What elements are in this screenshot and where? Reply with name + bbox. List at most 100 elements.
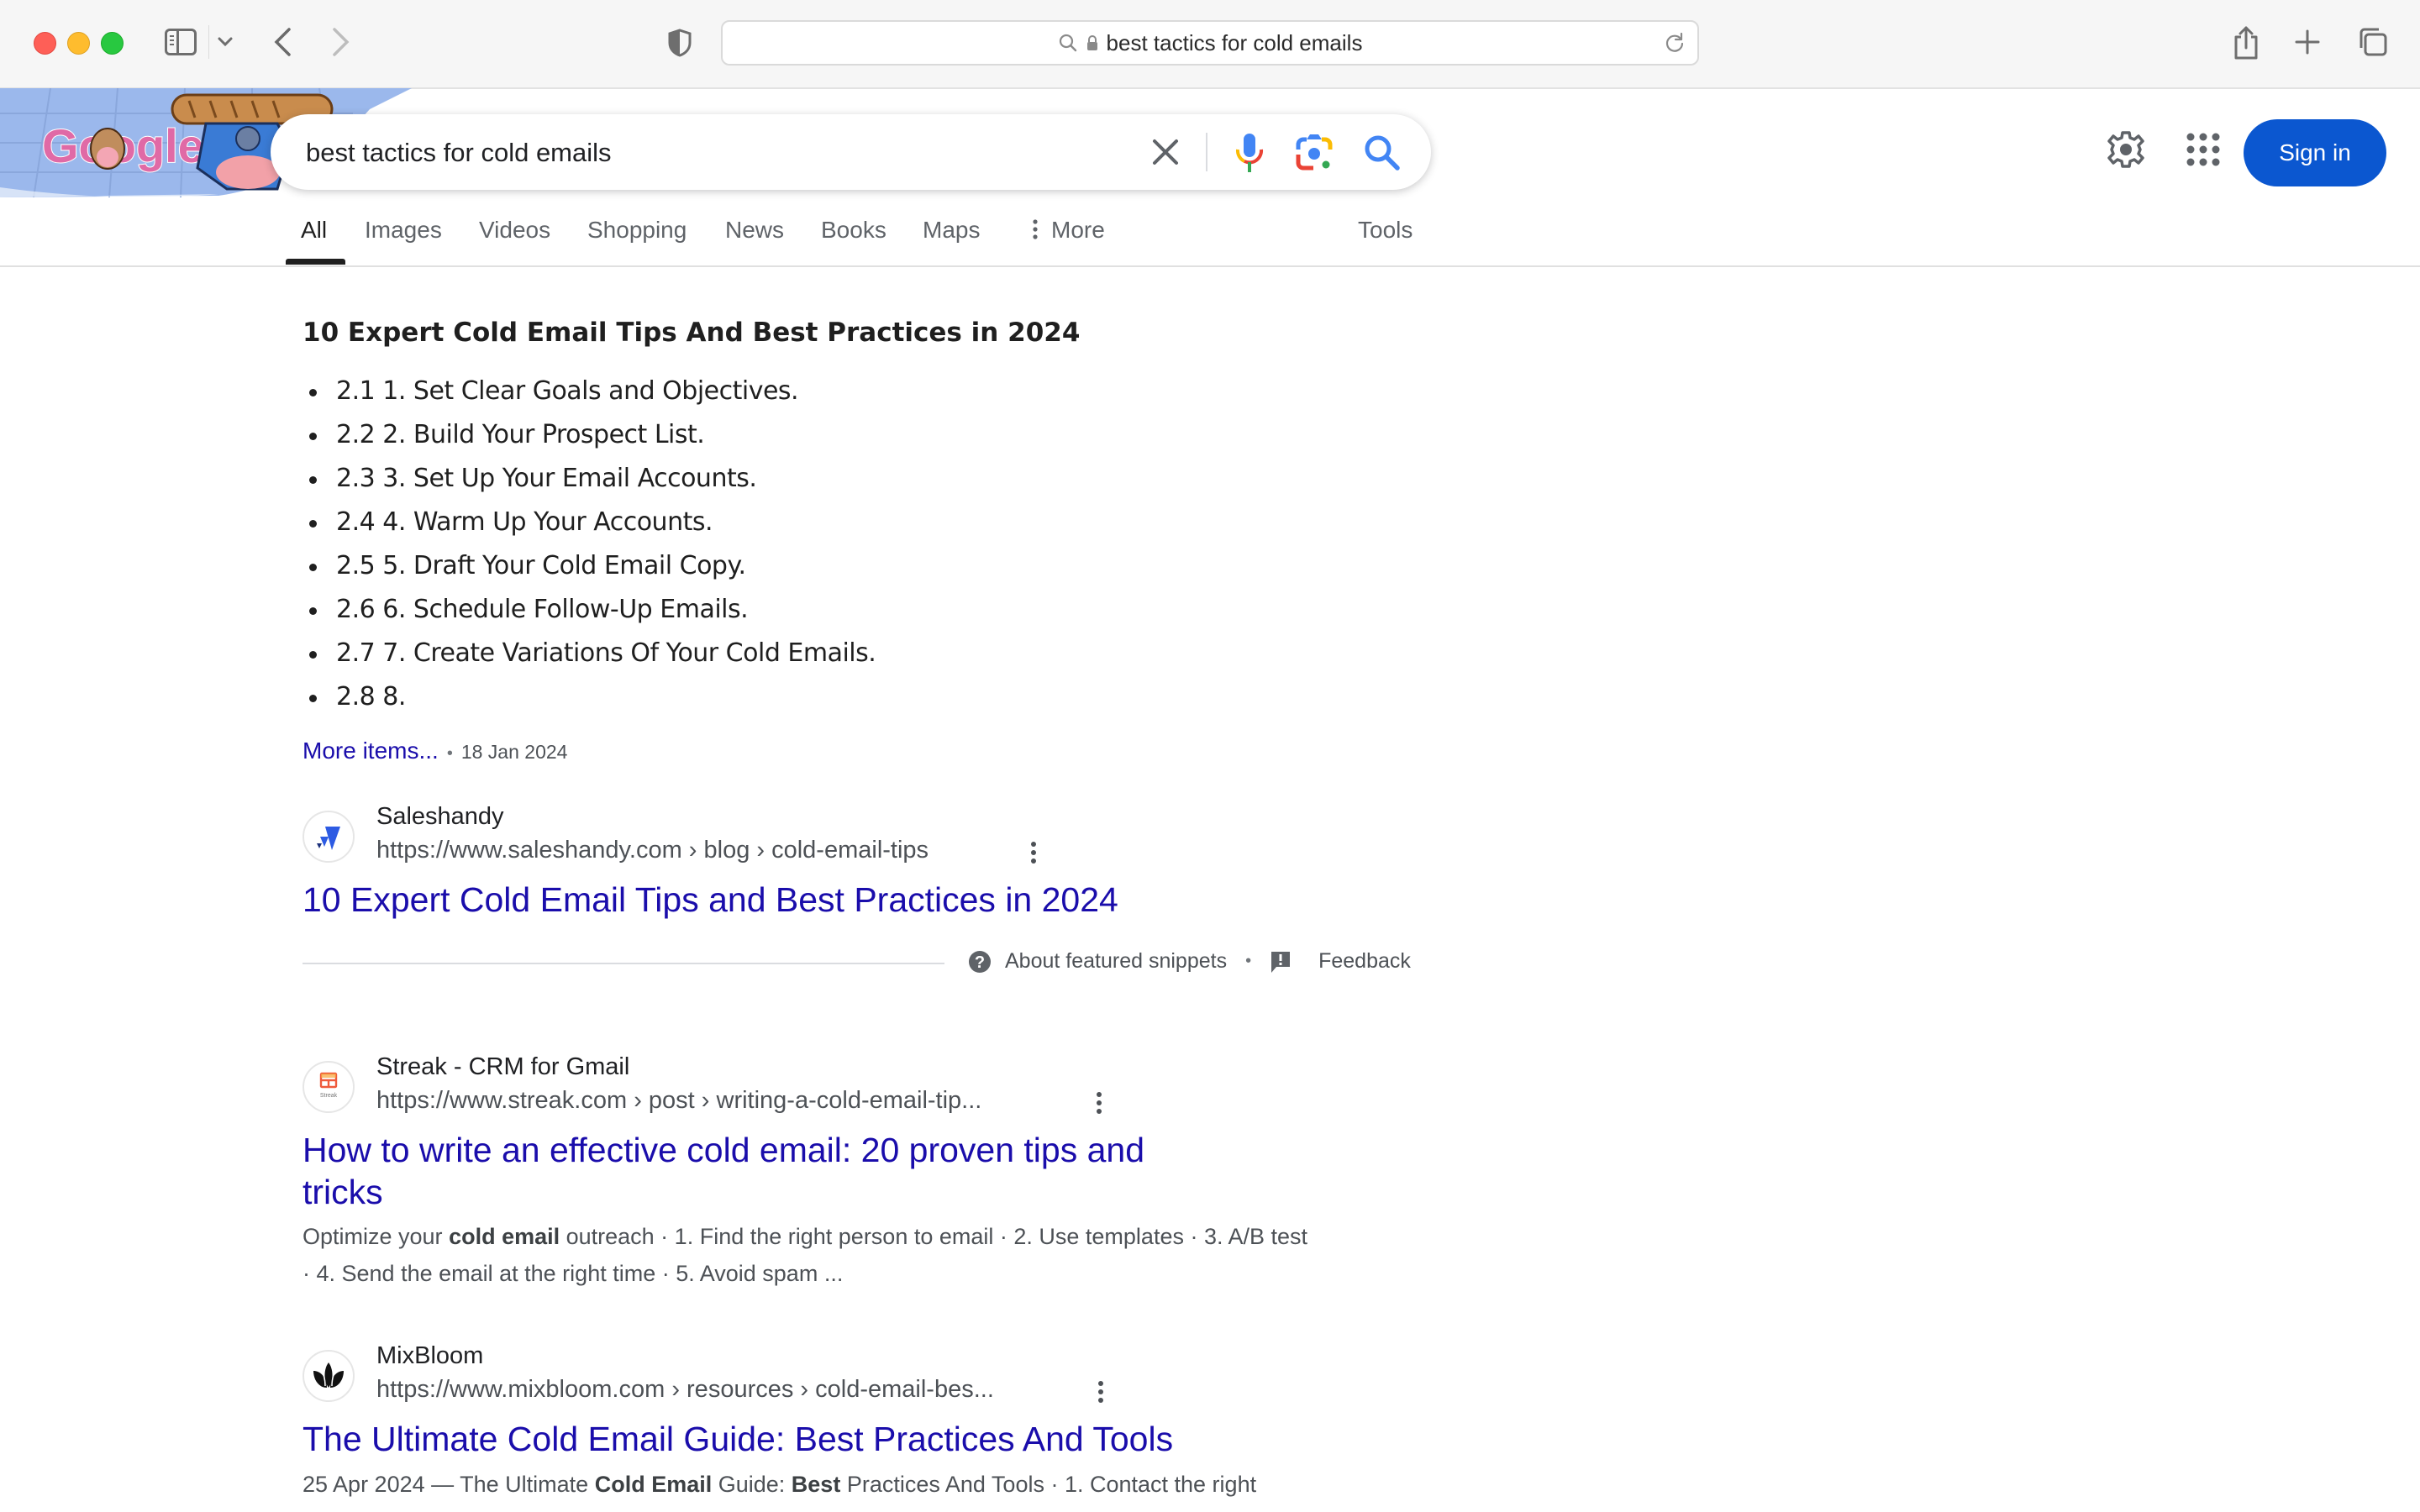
settings-button[interactable] xyxy=(2106,129,2146,170)
more-options-icon[interactable] xyxy=(1029,840,1038,865)
google-apps-button[interactable] xyxy=(2183,129,2223,170)
tab-videos[interactable]: Videos xyxy=(479,217,550,244)
close-icon xyxy=(1153,139,1178,165)
tab-images[interactable]: Images xyxy=(365,217,442,244)
snippet-date: 18 Jan 2024 xyxy=(460,741,568,763)
result-title-line: tricks xyxy=(302,1173,383,1211)
featured-snippet-list: 2.1 1. Set Clear Goals and Objectives. 2… xyxy=(302,370,876,719)
address-bar[interactable]: best tactics for cold emails xyxy=(721,20,1699,66)
desc-highlight: cold email xyxy=(449,1224,560,1249)
tab-news[interactable]: News xyxy=(725,217,784,244)
close-window-button[interactable] xyxy=(34,32,56,55)
search-input[interactable] xyxy=(304,114,1148,192)
tab-more[interactable]: More xyxy=(1051,217,1105,244)
image-search-button[interactable] xyxy=(1293,131,1335,173)
fullscreen-window-button[interactable] xyxy=(101,32,124,55)
sidebar-icon[interactable] xyxy=(165,29,197,55)
featured-snippet-heading: 10 Expert Cold Email Tips And Best Pract… xyxy=(302,318,1081,348)
list-item: 2.6 6. Schedule Follow-Up Emails. xyxy=(302,588,876,632)
search-box-divider xyxy=(1206,133,1207,171)
share-icon[interactable] xyxy=(2232,25,2260,60)
more-options-icon[interactable] xyxy=(1095,1090,1103,1116)
tools-button[interactable]: Tools xyxy=(1358,217,1413,244)
mixbloom-favicon xyxy=(302,1350,355,1402)
feedback-icon xyxy=(1271,951,1291,973)
result-title-link[interactable]: 10 Expert Cold Email Tips and Best Pract… xyxy=(302,879,1118,921)
divider xyxy=(302,963,944,964)
tab-all[interactable]: All xyxy=(301,217,327,244)
more-items-link[interactable]: More items... xyxy=(302,738,439,764)
forward-button[interactable] xyxy=(326,24,356,60)
site-url[interactable]: https://www.saleshandy.com › blog › cold… xyxy=(376,837,929,864)
clear-search-button[interactable] xyxy=(1149,135,1182,169)
help-icon: ? xyxy=(969,950,991,973)
desc-highlight: Cold Email xyxy=(594,1472,713,1497)
desc-text: 25 Apr 2024 — The Ultimate xyxy=(302,1472,595,1497)
result-title-link[interactable]: How to write an effective cold email: 20… xyxy=(302,1129,1144,1213)
saleshandy-logo-icon xyxy=(317,827,340,850)
streak-favicon: Streak xyxy=(302,1061,355,1113)
back-button[interactable] xyxy=(267,24,297,60)
tabs-icon[interactable] xyxy=(2358,27,2388,57)
svg-text:?: ? xyxy=(975,953,985,972)
chevron-left-icon xyxy=(274,28,291,56)
gear-icon xyxy=(2107,131,2144,168)
tab-shopping[interactable]: Shopping xyxy=(587,217,687,244)
shield-icon[interactable] xyxy=(668,29,692,57)
list-item: 2.8 8. xyxy=(302,675,876,719)
result-description: 25 Apr 2024 — The Ultimate Cold Email Gu… xyxy=(302,1466,1395,1503)
search-icon xyxy=(1365,135,1400,171)
plus-icon[interactable] xyxy=(2292,25,2323,59)
apps-grid-icon xyxy=(2186,133,2220,166)
browser-toolbar: best tactics for cold emails xyxy=(0,0,2420,89)
result-description: Optimize your cold email outreach · 1. F… xyxy=(302,1218,1319,1292)
microphone-icon xyxy=(1235,134,1264,172)
more-items-row: More items... • 18 Jan 2024 xyxy=(302,738,567,764)
site-name[interactable]: Saleshandy xyxy=(376,803,504,831)
voice-search-button[interactable] xyxy=(1230,131,1269,175)
desc-text: Guide: xyxy=(712,1472,792,1497)
chevron-right-icon xyxy=(333,28,350,56)
list-item: 2.1 1. Set Clear Goals and Objectives. xyxy=(302,370,876,413)
desc-text: Practices And Tools · 1. Contact the rig… xyxy=(840,1472,1257,1497)
site-url[interactable]: https://www.streak.com › post › writing-… xyxy=(376,1087,981,1115)
separator: • xyxy=(446,744,453,763)
about-featured-snippets-link[interactable]: About featured snippets xyxy=(1005,949,1227,974)
minimize-window-button[interactable] xyxy=(67,32,90,55)
search-tabs: All Images Videos Shopping News Books Ma… xyxy=(0,205,2420,267)
reload-icon[interactable] xyxy=(1664,32,1686,54)
sign-in-button[interactable]: Sign in xyxy=(2244,119,2386,186)
magnifier-icon xyxy=(1059,34,1076,52)
list-item: 2.7 7. Create Variations Of Your Cold Em… xyxy=(302,632,876,675)
favicon-label: Streak xyxy=(320,1093,338,1099)
tab-maps[interactable]: Maps xyxy=(923,217,980,244)
address-text: best tactics for cold emails xyxy=(1106,29,1363,55)
active-tab-indicator xyxy=(286,259,345,265)
snippet-footer: ? About featured snippets • Feedback xyxy=(968,949,1411,974)
desc-text: Optimize your xyxy=(302,1224,450,1249)
streak-logo-icon: Streak xyxy=(319,1072,338,1099)
result-title-link[interactable]: The Ultimate Cold Email Guide: Best Prac… xyxy=(302,1418,1173,1460)
site-name[interactable]: Streak - CRM for Gmail xyxy=(376,1053,629,1081)
feedback-link[interactable]: Feedback xyxy=(1318,949,1411,974)
separator: • xyxy=(1245,952,1252,970)
list-item: 2.3 3. Set Up Your Email Accounts. xyxy=(302,457,876,501)
toolbar-divider xyxy=(208,25,209,59)
site-url[interactable]: https://www.mixbloom.com › resources › c… xyxy=(376,1376,994,1404)
more-vert-icon xyxy=(1033,219,1038,239)
lock-icon xyxy=(1086,35,1097,50)
google-lens-icon xyxy=(1296,134,1333,171)
desc-highlight: Best xyxy=(791,1472,841,1497)
list-item: 2.5 5. Draft Your Cold Email Copy. xyxy=(302,544,876,588)
tab-books[interactable]: Books xyxy=(821,217,886,244)
chevron-down-icon[interactable] xyxy=(217,30,234,54)
result-title-line: How to write an effective cold email: 20… xyxy=(302,1131,1144,1169)
search-submit-button[interactable] xyxy=(1360,131,1402,173)
search-box xyxy=(271,114,1431,192)
mixbloom-logo-icon xyxy=(313,1362,344,1388)
more-options-icon[interactable] xyxy=(1097,1379,1105,1404)
list-item: 2.2 2. Build Your Prospect List. xyxy=(302,413,876,457)
site-name[interactable]: MixBloom xyxy=(376,1342,483,1370)
saleshandy-favicon xyxy=(302,811,355,863)
list-item: 2.4 4. Warm Up Your Accounts. xyxy=(302,501,876,544)
